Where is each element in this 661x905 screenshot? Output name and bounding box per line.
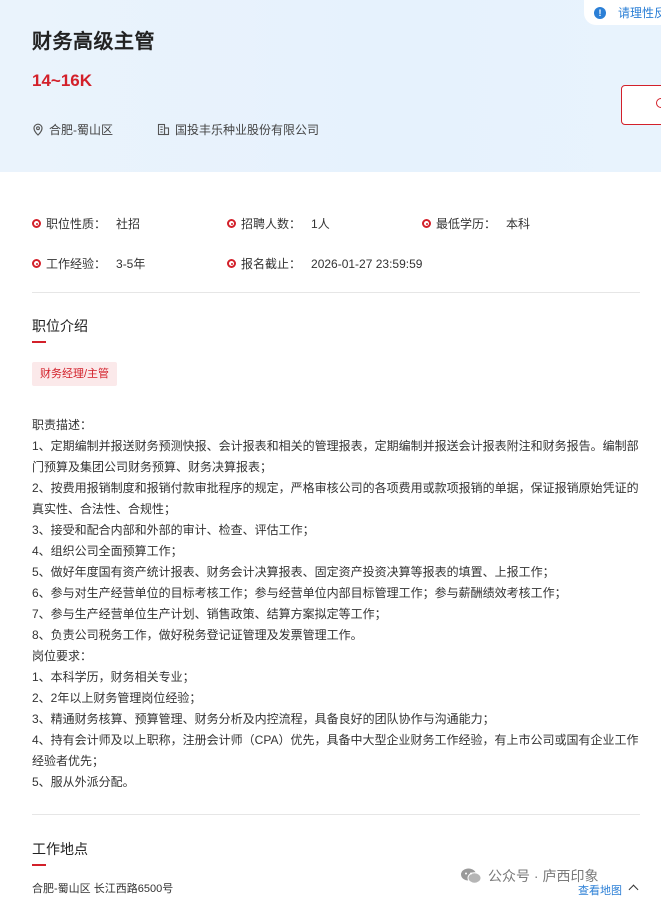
desc-line: 经验者优先； xyxy=(32,754,105,768)
desc-line: 职责描述： xyxy=(32,418,93,432)
desc-line: 7、参与生产经营单位生产计划、销售政策、结算方案拟定等工作； xyxy=(32,607,387,621)
location-text: 合肥-蜀山区 xyxy=(49,123,113,137)
info-value: 社招 xyxy=(116,217,141,231)
notice-text: 请理性反 xyxy=(618,6,661,20)
location: 合肥-蜀山区 xyxy=(32,121,113,138)
wechat-icon xyxy=(461,868,482,884)
desc-line: 5、做好年度国有资产统计报表、财务会计决算报表、固定资产投资决算等报表的填置、上… xyxy=(32,565,555,579)
divider xyxy=(32,814,640,815)
info-value: 3-5年 xyxy=(116,257,146,271)
divider xyxy=(32,292,640,293)
info-label: 工作经验： xyxy=(46,257,107,271)
chevron-up-icon[interactable] xyxy=(628,884,639,895)
section-title-text: 工作地点 xyxy=(32,841,88,857)
desc-line: 3、接受和配合内部和外部的审计、检查、评估工作； xyxy=(32,523,315,537)
info-experience: 工作经验： 3-5年 xyxy=(32,255,145,272)
desc-line: 1、本科学历，财务相关专业； xyxy=(32,670,195,684)
desc-line: 2、2年以上财务管理岗位经验； xyxy=(32,691,202,705)
desc-line: 门预算及集团公司财务预算、财务决算报表； xyxy=(32,460,273,474)
desc-line: 8、负责公司税务工作，做好税务登记证管理及发票管理工作。 xyxy=(32,628,363,642)
section-title-text: 职位介绍 xyxy=(32,318,88,334)
view-map-link[interactable]: 查看地图 xyxy=(578,882,622,898)
job-meta: 合肥-蜀山区 国投丰乐种业股份有限公司 xyxy=(32,121,363,138)
info-value: 2026-01-27 23:59:59 xyxy=(311,256,423,271)
info-deadline: 报名截止： 2026-01-27 23:59:59 xyxy=(227,255,422,272)
company-name: 国投丰乐种业股份有限公司 xyxy=(175,123,320,137)
bullet-icon xyxy=(32,259,41,268)
info-job-type: 职位性质： 社招 xyxy=(32,215,140,232)
building-icon xyxy=(157,123,170,136)
title-underline xyxy=(32,341,46,343)
section-title-intro: 职位介绍 xyxy=(32,316,88,343)
info-headcount: 招聘人数： 1人 xyxy=(227,215,330,232)
info-label: 最低学历： xyxy=(436,217,497,231)
job-description: 职责描述： 1、定期编制并报送财务预测快报、会计报表和相关的管理报表，定期编制并… xyxy=(32,415,642,793)
desc-line: 岗位要求： xyxy=(32,649,93,663)
section-title-workplace: 工作地点 xyxy=(32,839,88,866)
title-underline xyxy=(32,864,46,866)
info-icon: ! xyxy=(594,6,606,19)
salary: 14~16K xyxy=(32,71,93,90)
desc-line: 3、精通财务核算、预算管理、财务分析及内控流程，具备良好的团队协作与沟通能力； xyxy=(32,712,495,726)
desc-line: 1、定期编制并报送财务预测快报、会计报表和相关的管理报表，定期编制并报送会计报表… xyxy=(32,439,639,453)
work-address: 合肥-蜀山区 长江西路6500号 xyxy=(32,883,174,895)
info-value: 1人 xyxy=(311,217,330,231)
info-value: 本科 xyxy=(506,217,531,231)
bullet-icon xyxy=(32,219,41,228)
bullet-icon xyxy=(227,259,236,268)
bullet-icon xyxy=(422,219,431,228)
desc-line: 4、组织公司全面预算工作； xyxy=(32,544,183,558)
info-label: 招聘人数： xyxy=(241,217,302,231)
company[interactable]: 国投丰乐种业股份有限公司 xyxy=(157,121,319,138)
desc-line: 真实性、合法性、合规性； xyxy=(32,502,177,516)
category-tag[interactable]: 财务经理/主管 xyxy=(32,362,118,386)
desc-line: 5、服从外派分配。 xyxy=(32,775,135,789)
apply-button[interactable] xyxy=(621,85,661,125)
bullet-icon xyxy=(227,219,236,228)
info-education: 最低学历： 本科 xyxy=(422,215,530,232)
notice-banner[interactable]: ! 请理性反 xyxy=(584,0,661,25)
desc-line: 4、持有会计师及以上职称，注册会计师（CPA）优先，具备中大型企业财务工作经验，… xyxy=(32,733,639,747)
info-label: 职位性质： xyxy=(46,217,107,231)
desc-line: 6、参与对生产经营单位的目标考核工作；参与经营单位内部目标管理工作；参与薪酬绩效… xyxy=(32,586,567,600)
apply-icon xyxy=(656,98,661,108)
location-pin-icon xyxy=(33,123,43,136)
job-title: 财务高级主管 xyxy=(32,31,155,53)
desc-line: 2、按费用报销制度和报销付款审批程序的规定，严格审核公司的各项费用或款项报销的单… xyxy=(32,481,639,495)
info-label: 报名截止： xyxy=(241,257,302,271)
